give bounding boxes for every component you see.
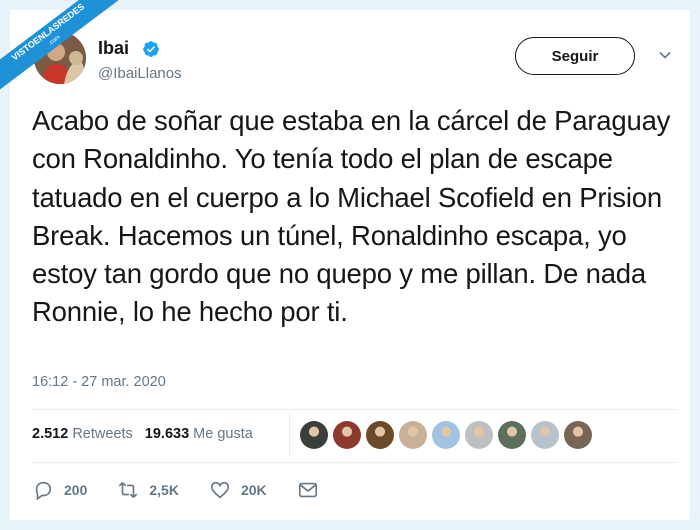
liker-avatar[interactable] xyxy=(399,421,427,449)
liker-avatar[interactable] xyxy=(333,421,361,449)
engagement-stats: 2.512 Retweets 19.633 Me gusta xyxy=(32,426,253,442)
retweet-count: 2,5K xyxy=(149,482,179,498)
like-count: 20K xyxy=(240,482,267,498)
likes-label: Me gusta xyxy=(193,426,253,442)
tweet-text: Acabo de soñar que estaba en la cárcel d… xyxy=(32,105,671,328)
liker-avatars xyxy=(300,421,592,449)
stats-separator xyxy=(289,412,290,456)
liker-avatar[interactable] xyxy=(564,421,592,449)
verified-badge-icon xyxy=(143,41,159,57)
divider xyxy=(32,462,677,463)
likes-stat[interactable]: 19.633 Me gusta xyxy=(145,426,253,442)
heart-icon xyxy=(210,481,230,499)
liker-avatar[interactable] xyxy=(531,421,559,449)
retweets-count: 2.512 xyxy=(32,426,69,442)
direct-message-button[interactable] xyxy=(297,479,319,501)
author-name[interactable]: Ibai xyxy=(98,38,129,59)
reply-button[interactable]: 200 xyxy=(32,479,87,501)
tweet-card: VISTOENLASREDES .com Ibai @IbaiLlanos Se… xyxy=(0,0,690,520)
divider xyxy=(32,409,677,410)
retweet-button[interactable]: 2,5K xyxy=(117,479,179,501)
envelope-icon xyxy=(298,482,317,498)
retweets-label: Retweets xyxy=(72,426,133,442)
retweet-icon xyxy=(119,482,138,498)
liker-avatar[interactable] xyxy=(366,421,394,449)
tweet-timestamp[interactable]: 16:12 - 27 mar. 2020 xyxy=(32,374,166,390)
author-handle[interactable]: @IbaiLlanos xyxy=(98,65,182,82)
reply-icon xyxy=(35,481,52,501)
retweets-stat[interactable]: 2.512 Retweets xyxy=(32,426,133,442)
reply-count: 200 xyxy=(64,482,88,498)
liker-avatar[interactable] xyxy=(432,421,460,449)
likes-count: 19.633 xyxy=(144,426,190,442)
action-bar: 200 2,5K 20K xyxy=(32,479,349,501)
like-button[interactable]: 20K xyxy=(209,479,267,501)
chevron-down-icon[interactable] xyxy=(658,48,672,62)
liker-avatar[interactable] xyxy=(465,421,493,449)
liker-avatar[interactable] xyxy=(300,421,328,449)
follow-button[interactable]: Seguir xyxy=(515,37,635,75)
liker-avatar[interactable] xyxy=(498,421,526,449)
